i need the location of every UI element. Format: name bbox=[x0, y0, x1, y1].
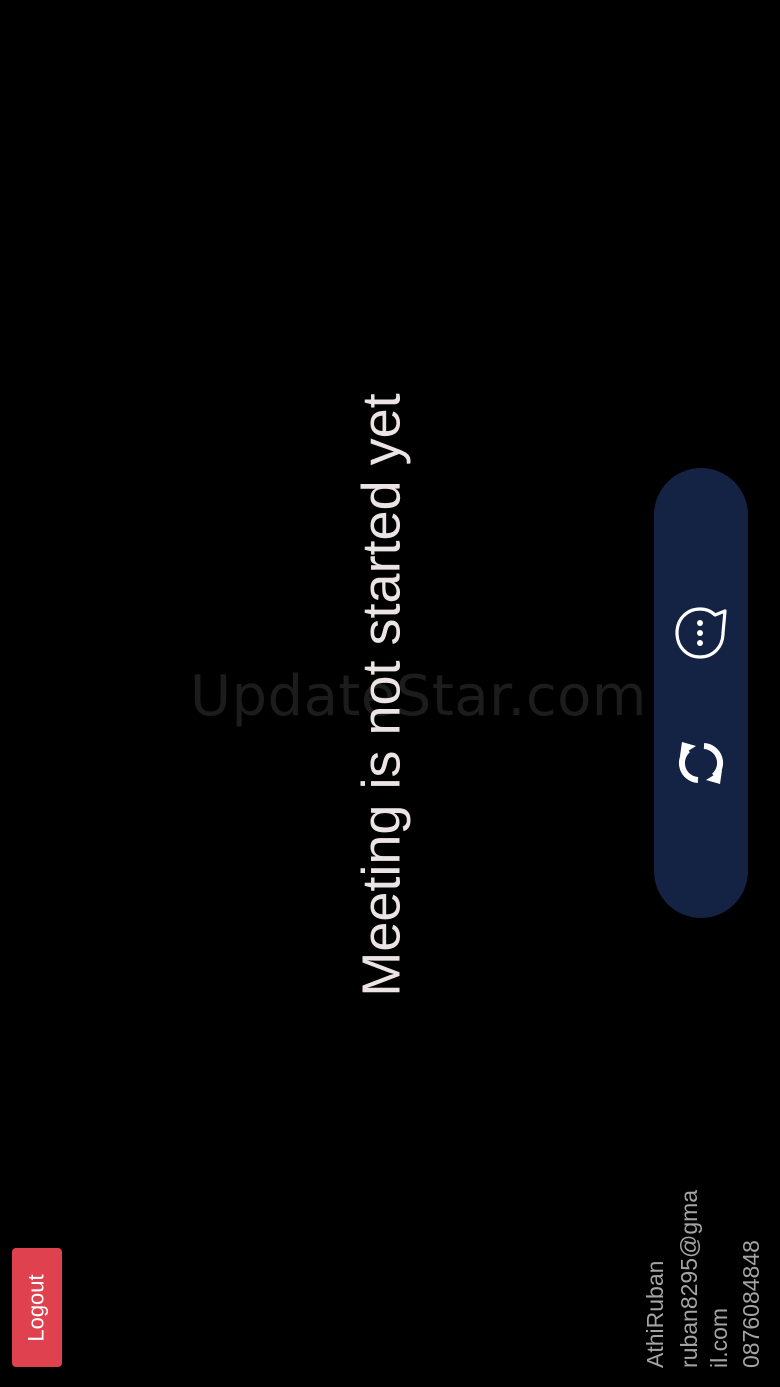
chat-bubble-icon bbox=[671, 603, 731, 668]
meeting-status-container: Meeting is not started yet bbox=[352, 365, 412, 1025]
control-bar bbox=[654, 468, 748, 918]
user-phone: 0876084848 bbox=[738, 1240, 764, 1368]
user-name: AthiRuban bbox=[642, 1260, 668, 1368]
refresh-button[interactable] bbox=[666, 730, 736, 800]
meeting-screen: { "watermark": { "text": "UpdateStar.com… bbox=[0, 0, 780, 1387]
chat-button[interactable] bbox=[666, 600, 736, 670]
user-email-line2: il.com bbox=[706, 1307, 732, 1368]
logout-label: Logout bbox=[24, 1273, 50, 1342]
user-email-line1: ruban8295@gma bbox=[676, 1189, 702, 1368]
meeting-status-message: Meeting is not started yet bbox=[352, 393, 412, 997]
refresh-icon bbox=[674, 736, 728, 795]
logout-button[interactable]: Logout bbox=[12, 1248, 62, 1367]
